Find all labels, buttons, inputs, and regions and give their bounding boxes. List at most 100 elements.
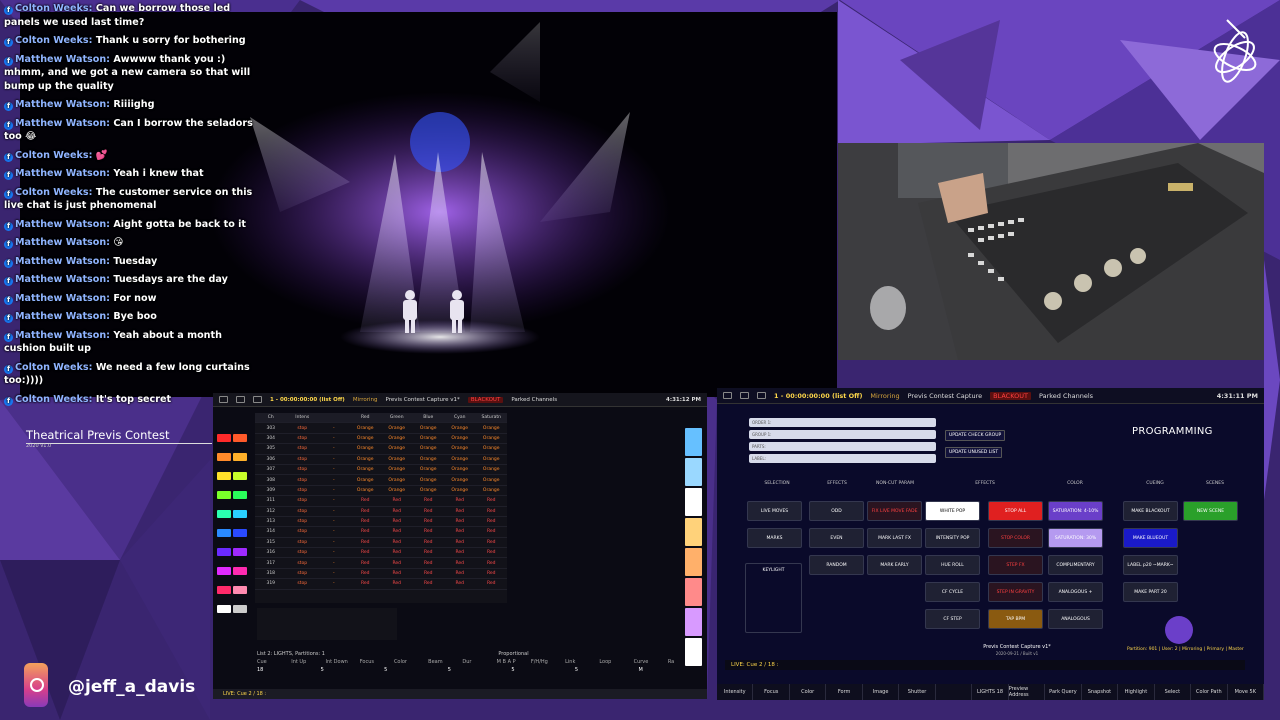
- programming-button[interactable]: STEP IN GRAVITY: [988, 582, 1043, 602]
- programming-button[interactable]: MARK LAST FX: [867, 528, 922, 548]
- softkey-button[interactable]: Shutter: [899, 684, 936, 700]
- color-swatch[interactable]: [217, 433, 231, 442]
- softkey-button[interactable]: Intensity: [717, 684, 754, 700]
- color-swatch[interactable]: [233, 528, 247, 537]
- programming-field[interactable]: LABEL:: [749, 454, 936, 463]
- programming-button[interactable]: MARKS: [747, 528, 802, 548]
- cue-value[interactable]: 5: [511, 667, 575, 673]
- color-swatch[interactable]: [217, 604, 231, 613]
- programming-button[interactable]: STEP FX: [988, 555, 1043, 575]
- programming-button[interactable]: LIVE MOVES: [747, 501, 802, 521]
- programming-button[interactable]: STOP COLOR: [988, 528, 1043, 548]
- softkey-button[interactable]: Focus: [753, 684, 790, 700]
- programming-button[interactable]: NEW SCENE: [1183, 501, 1238, 521]
- programming-button[interactable]: MARK EARLY: [867, 555, 922, 575]
- cue-value[interactable]: 18: [257, 667, 321, 673]
- table-row[interactable]: 306 stop - Orange Orange Orange Orange Orange: [255, 455, 507, 465]
- color-swatch[interactable]: [233, 547, 247, 556]
- programming-button[interactable]: RANDOM: [809, 555, 864, 575]
- table-row[interactable]: 314 stop - Red Red Red Red Red: [255, 527, 507, 538]
- update-unused-list-button[interactable]: UPDATE UNUSED LIST: [945, 447, 1003, 458]
- programming-button[interactable]: MAKE PART 20: [1123, 582, 1178, 602]
- softkey-button[interactable]: Form: [826, 684, 863, 700]
- color-swatch[interactable]: [233, 604, 247, 613]
- programming-button[interactable]: INTENSITY POP: [925, 528, 980, 548]
- table-row[interactable]: 309 stop - Orange Orange Orange Orange Orange: [255, 486, 507, 497]
- programming-button[interactable]: STOP ALL: [988, 501, 1043, 521]
- color-swatch[interactable]: [233, 452, 247, 461]
- color-swatch[interactable]: [233, 509, 247, 518]
- softkey-button[interactable]: Color: [790, 684, 827, 700]
- programming-button[interactable]: CF STEP: [925, 609, 980, 629]
- softkey-button[interactable]: [936, 684, 973, 700]
- table-row[interactable]: 308 stop - Orange Orange Orange Orange Orange: [255, 475, 507, 486]
- table-row[interactable]: 305 stop - Orange Orange Orange Orange Orange: [255, 444, 507, 455]
- softkey-button[interactable]: Move 5K: [1228, 684, 1264, 700]
- table-row[interactable]: 317 stop - Red Red Red Red Red: [255, 558, 507, 569]
- table-row[interactable]: 318 stop - Red Red Red Red Red: [255, 569, 507, 580]
- color-swatch[interactable]: [233, 433, 247, 442]
- table-row[interactable]: 313 stop - Red Red Red Red Red: [255, 517, 507, 528]
- softkey-button[interactable]: Preview Address: [1009, 684, 1046, 700]
- color-swatch[interactable]: [217, 509, 231, 518]
- color-swatch[interactable]: [685, 578, 702, 606]
- programming-button[interactable]: TAP BPM: [988, 609, 1043, 629]
- programming-field[interactable]: PARTS:: [749, 442, 936, 451]
- window-icon[interactable]: [757, 392, 766, 399]
- softkey-button[interactable]: Highlight: [1118, 684, 1155, 700]
- color-swatch[interactable]: [217, 547, 231, 556]
- programming-button[interactable]: LABEL p20 ~MARK~: [1123, 555, 1178, 575]
- color-swatch[interactable]: [685, 428, 702, 456]
- programming-button[interactable]: ANALOGOUS +: [1048, 582, 1103, 602]
- table-row[interactable]: 319 stop - Red Red Red Red Red: [255, 579, 507, 590]
- color-swatch[interactable]: [217, 490, 231, 499]
- command-line[interactable]: LIVE: Cue 2 / 18 :: [725, 660, 1245, 670]
- color-swatch[interactable]: [685, 488, 702, 516]
- programming-button[interactable]: MAKE BLACKOUT: [1123, 501, 1178, 521]
- color-swatch[interactable]: [233, 566, 247, 575]
- color-swatch[interactable]: [685, 548, 702, 576]
- table-row[interactable]: 303 stop - Orange Orange Orange Orange Orange: [255, 423, 507, 434]
- table-row[interactable]: 304 stop - Orange Orange Orange Orange Orange: [255, 434, 507, 445]
- color-swatch[interactable]: [217, 471, 231, 480]
- programming-button[interactable]: FIX LIVE MOVE FADE: [867, 501, 922, 521]
- softkey-button[interactable]: Color Path: [1191, 684, 1228, 700]
- update-check-group-button[interactable]: UPDATE CHECK GROUP: [945, 430, 1006, 441]
- softkey-button[interactable]: Park Query: [1045, 684, 1082, 700]
- programming-button[interactable]: WHITE POP: [925, 501, 980, 521]
- programming-button[interactable]: MAKE BLUEOUT: [1123, 528, 1178, 548]
- color-swatch[interactable]: [233, 585, 247, 594]
- programming-field[interactable]: GROUP 1:: [749, 430, 936, 439]
- softkey-button[interactable]: Image: [863, 684, 900, 700]
- programming-button[interactable]: EVEN: [809, 528, 864, 548]
- programming-button[interactable]: ODD: [809, 501, 864, 521]
- programming-button[interactable]: CF CYCLE: [925, 582, 980, 602]
- cue-value[interactable]: M: [638, 667, 702, 673]
- table-row[interactable]: 307 stop - Orange Orange Orange Orange Orange: [255, 465, 507, 476]
- cue-value[interactable]: 5: [321, 667, 385, 673]
- programming-button[interactable]: SATURATION: 30%: [1048, 528, 1103, 548]
- softkey-button[interactable]: LIGHTS 18: [972, 684, 1009, 700]
- color-swatch[interactable]: [685, 518, 702, 546]
- programming-button[interactable]: HUE ROLL: [925, 555, 980, 575]
- window-icon[interactable]: [740, 392, 749, 399]
- table-row[interactable]: 312 stop - Red Red Red Red Red: [255, 507, 507, 517]
- table-row[interactable]: 316 stop - Red Red Red Red Red: [255, 548, 507, 559]
- color-swatch[interactable]: [233, 490, 247, 499]
- table-row[interactable]: 311 stop - Red Red Red Red Red: [255, 496, 507, 507]
- programming-button[interactable]: COMPLIMENTARY: [1048, 555, 1103, 575]
- color-swatch[interactable]: [233, 471, 247, 480]
- programming-button[interactable]: ANALOGOUS: [1048, 609, 1103, 629]
- window-icon[interactable]: [723, 392, 732, 399]
- programming-field[interactable]: ORDER 1:: [749, 418, 936, 427]
- color-swatch[interactable]: [217, 452, 231, 461]
- color-swatch[interactable]: [217, 585, 231, 594]
- color-swatch[interactable]: [685, 458, 702, 486]
- softkey-button[interactable]: Snapshot: [1082, 684, 1119, 700]
- cue-value[interactable]: 5: [448, 667, 512, 673]
- cue-value[interactable]: 5: [384, 667, 448, 673]
- color-swatch[interactable]: [685, 608, 702, 636]
- programming-button[interactable]: SATURATION: 4-10%: [1048, 501, 1103, 521]
- table-row[interactable]: 315 stop - Red Red Red Red Red: [255, 538, 507, 549]
- cue-value[interactable]: 5: [575, 667, 639, 673]
